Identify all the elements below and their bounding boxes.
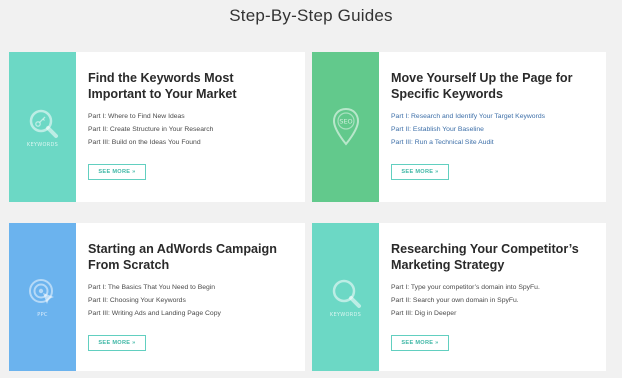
card-side-label: KEYWORDS xyxy=(329,312,362,318)
svg-text:SEO: SEO xyxy=(339,118,352,126)
card-parts-list: Part I: The Basics That You Need to Begi… xyxy=(88,281,293,320)
card-title[interactable]: Move Yourself Up the Page for Specific K… xyxy=(391,70,594,102)
card-part-item: Part I: Type your competitor’s domain in… xyxy=(391,284,540,291)
card-side-label: KEYWORDS xyxy=(26,142,59,148)
card-body: Researching Your Competitor’s Marketing … xyxy=(379,223,606,371)
card-part-link[interactable]: Part III: Run a Technical Site Audit xyxy=(391,136,594,149)
see-more-button[interactable]: SEE MORE » xyxy=(88,335,146,351)
card-parts-list: Part I: Research and Identify Your Targe… xyxy=(391,110,594,149)
guide-card-adwords: PPC Starting an AdWords Campaign From Sc… xyxy=(9,223,305,371)
card-part-item: Part II: Search your own domain in SpyFu… xyxy=(391,297,519,304)
card-part-item: Part II: Choosing Your Keywords xyxy=(88,297,186,304)
card-title[interactable]: Find the Keywords Most Important to Your… xyxy=(88,70,293,102)
card-part-item: Part I: Where to Find New Ideas xyxy=(88,113,185,120)
card-body: Move Yourself Up the Page for Specific K… xyxy=(379,52,606,202)
card-title[interactable]: Starting an AdWords Campaign From Scratc… xyxy=(88,241,293,273)
seo-map-pin-icon: SEO xyxy=(329,105,363,149)
see-more-button[interactable]: SEE MORE » xyxy=(391,164,449,180)
target-cursor-icon xyxy=(26,276,60,310)
card-side-panel: PPC xyxy=(9,223,76,371)
card-part-item: Part III: Build on the Ideas You Found xyxy=(88,139,201,146)
card-side-panel: SEO xyxy=(312,52,379,202)
see-more-button[interactable]: SEE MORE » xyxy=(391,335,449,351)
card-side-panel: KEYWORDS xyxy=(9,52,76,202)
page-title: Step-By-Step Guides xyxy=(229,6,393,25)
card-part-link[interactable]: Part II: Establish Your Baseline xyxy=(391,123,594,136)
card-part-link[interactable]: Part I: Research and Identify Your Targe… xyxy=(391,110,594,123)
card-title[interactable]: Researching Your Competitor’s Marketing … xyxy=(391,241,594,273)
guide-card-keywords: KEYWORDS Find the Keywords Most Importan… xyxy=(9,52,305,202)
card-part-item: Part II: Create Structure in Your Resear… xyxy=(88,126,214,133)
guide-card-competitor: KEYWORDS Researching Your Competitor’s M… xyxy=(312,223,606,371)
card-side-panel: KEYWORDS xyxy=(312,223,379,371)
guide-card-seo: SEO Move Yourself Up the Page for Specif… xyxy=(312,52,606,202)
magnifier-key-icon xyxy=(26,106,60,140)
see-more-button[interactable]: SEE MORE » xyxy=(88,164,146,180)
card-side-label: PPC xyxy=(37,312,48,318)
card-parts-list: Part I: Where to Find New Ideas Part II:… xyxy=(88,110,293,149)
card-part-item: Part I: The Basics That You Need to Begi… xyxy=(88,284,216,291)
card-parts-list: Part I: Type your competitor’s domain in… xyxy=(391,281,594,320)
magnifier-icon xyxy=(329,276,363,310)
card-body: Find the Keywords Most Important to Your… xyxy=(76,52,305,202)
card-body: Starting an AdWords Campaign From Scratc… xyxy=(76,223,305,371)
card-part-item: Part III: Writing Ads and Landing Page C… xyxy=(88,310,221,317)
card-part-item: Part III: Dig in Deeper xyxy=(391,310,457,317)
